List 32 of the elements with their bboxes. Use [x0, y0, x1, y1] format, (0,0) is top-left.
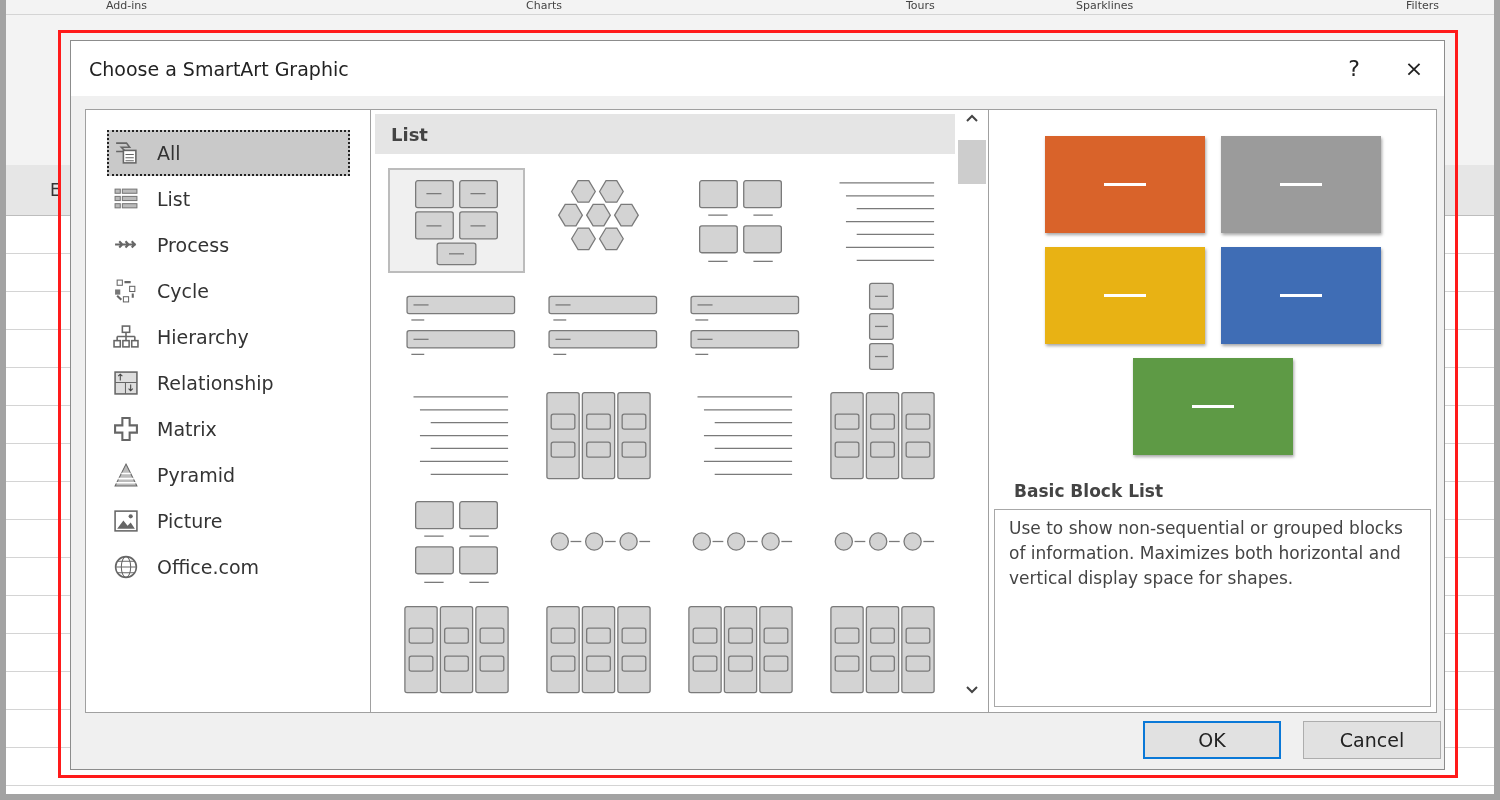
- layout-name: Basic Block List: [1014, 481, 1165, 501]
- category-item[interactable]: Matrix: [107, 406, 350, 452]
- category-item[interactable]: Picture: [107, 498, 350, 544]
- close-button[interactable]: ×: [1384, 48, 1444, 89]
- category-item[interactable]: Process: [107, 222, 350, 268]
- category-item[interactable]: Cycle: [107, 268, 350, 314]
- org-chart-icon: [113, 324, 139, 350]
- category-item[interactable]: Relationship: [107, 360, 350, 406]
- picture-icon: [113, 508, 139, 534]
- scroll-thumb[interactable]: [957, 140, 986, 184]
- layout-thumbnail[interactable]: [388, 168, 525, 273]
- layout-description: Use to show non-sequential or grouped blocks of information. Maximizes both horizontal and vertical display space for shapes.: [994, 509, 1431, 707]
- ribbon-group-label: Charts: [526, 0, 563, 14]
- ribbon-group-label: Tours: [906, 0, 936, 14]
- category-item[interactable]: Office.com: [107, 544, 350, 590]
- section-header: List: [375, 114, 955, 154]
- category-item[interactable]: Pyramid: [107, 452, 350, 498]
- pyramid-icon: [113, 462, 139, 488]
- category-item[interactable]: List: [107, 176, 350, 222]
- ribbon-group-label: Filters: [1406, 0, 1440, 14]
- ribbon-group-label: Sparklines: [1076, 0, 1135, 14]
- globe-icon: [113, 554, 139, 580]
- category-item[interactable]: All: [107, 130, 350, 176]
- ribbon-group-label: Add-ins: [106, 0, 149, 14]
- cross-icon: [113, 416, 139, 442]
- relationship-icon: [113, 370, 139, 396]
- ok-button[interactable]: OK: [1143, 721, 1281, 759]
- list-summary-icon: [113, 140, 139, 166]
- window-title: Choose a SmartArt Graphic: [89, 57, 350, 80]
- cancel-button[interactable]: Cancel: [1303, 721, 1441, 759]
- category-item[interactable]: Hierarchy: [107, 314, 350, 360]
- help-button[interactable]: ?: [1324, 48, 1384, 89]
